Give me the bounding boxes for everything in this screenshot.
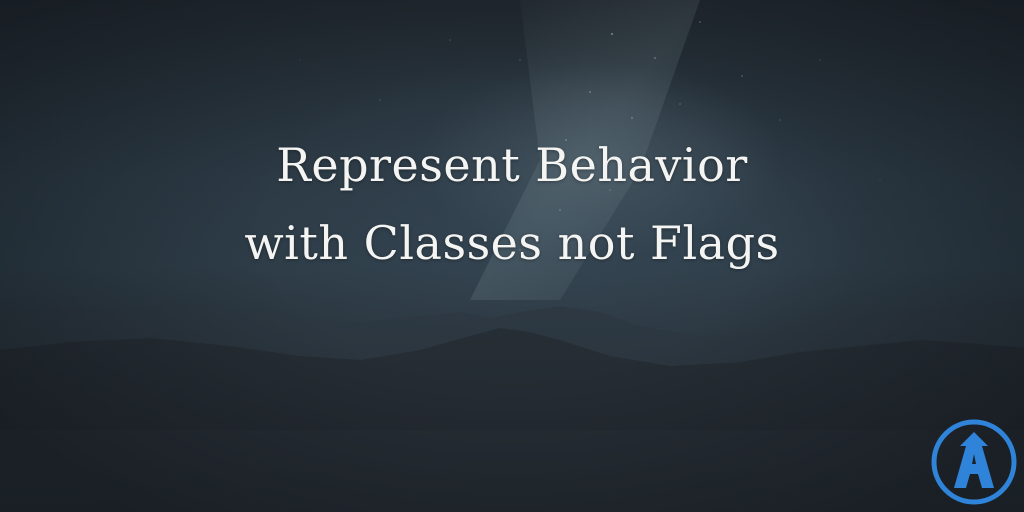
banner-image: Represent Behavior with Classes not Flag… [0, 0, 1024, 512]
valley-haze [0, 430, 1024, 512]
ardalis-a-logo-icon [931, 419, 1017, 505]
title-line-2: with Classes not Flags [244, 216, 780, 270]
title-line-1: Represent Behavior [276, 138, 748, 192]
